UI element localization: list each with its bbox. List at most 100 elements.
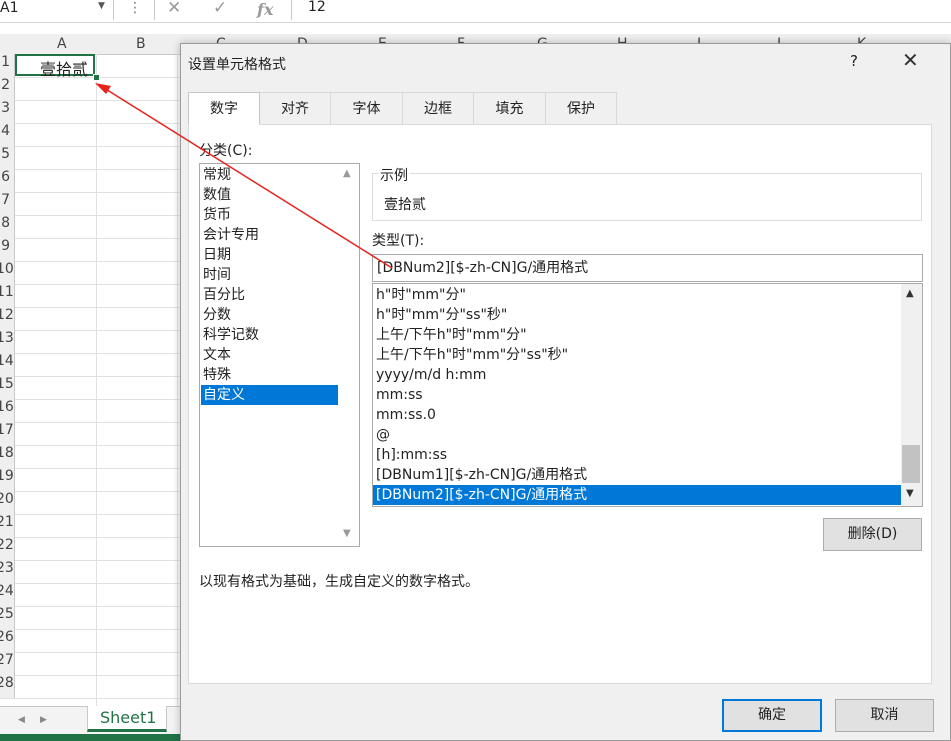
row-number[interactable]: 2 bbox=[0, 77, 15, 100]
scroll-up-icon[interactable]: ▲ bbox=[906, 288, 914, 299]
row-number[interactable]: 3 bbox=[0, 100, 15, 123]
row-number[interactable]: 14 bbox=[0, 353, 15, 376]
row-number-label: 3 bbox=[1, 100, 10, 116]
row-number[interactable]: 5 bbox=[0, 146, 15, 169]
list-item[interactable]: 日期 bbox=[203, 245, 231, 265]
list-item[interactable]: h"时"mm"分"ss"秒" bbox=[376, 305, 507, 325]
category-label: 分类(C): bbox=[199, 143, 253, 159]
table-row: 3 bbox=[0, 100, 180, 124]
row-number[interactable]: 7 bbox=[0, 192, 15, 215]
list-item[interactable]: 分数 bbox=[203, 305, 231, 325]
list-item[interactable]: 时间 bbox=[203, 265, 231, 285]
ok-button[interactable]: 确定 bbox=[722, 699, 822, 732]
row-number[interactable]: 9 bbox=[0, 238, 15, 261]
row-number[interactable]: 8 bbox=[0, 215, 15, 238]
row-number[interactable]: 16 bbox=[0, 399, 15, 422]
type-input[interactable]: [DBNum2][$-zh-CN]G/通用格式 bbox=[372, 254, 923, 282]
row-number[interactable]: 27 bbox=[0, 652, 15, 675]
row-number[interactable]: 17 bbox=[0, 422, 15, 445]
list-item[interactable]: mm:ss.0 bbox=[376, 405, 436, 425]
row-number[interactable]: 1 bbox=[0, 54, 15, 77]
tab-border[interactable]: 边框 bbox=[402, 92, 474, 124]
row-number[interactable]: 11 bbox=[0, 284, 15, 307]
table-row: 26 bbox=[0, 629, 180, 653]
row-number-label: 10 bbox=[0, 261, 14, 277]
list-item[interactable]: mm:ss bbox=[376, 385, 423, 405]
more-icon: ⋮ bbox=[128, 0, 142, 16]
table-row: 7 bbox=[0, 192, 180, 216]
row-number[interactable]: 25 bbox=[0, 606, 15, 629]
row-number[interactable]: 15 bbox=[0, 376, 15, 399]
row-number-label: 13 bbox=[0, 330, 14, 346]
list-item[interactable]: yyyy/m/d h:mm bbox=[376, 365, 486, 385]
formula-buttons: ✕ ✓ fx bbox=[154, 0, 292, 20]
tab-alignment[interactable]: 对齐 bbox=[259, 92, 331, 124]
row-number[interactable]: 12 bbox=[0, 307, 15, 330]
row-number-label: 15 bbox=[0, 376, 14, 392]
prev-sheet-icon[interactable]: ◀ bbox=[18, 715, 25, 725]
name-box-dropdown-icon[interactable]: ▼ bbox=[98, 1, 105, 11]
list-item[interactable]: @ bbox=[376, 425, 390, 445]
row-number[interactable]: 21 bbox=[0, 514, 15, 537]
list-item[interactable]: 科学记数 bbox=[203, 325, 259, 345]
list-item[interactable]: 自定义 bbox=[201, 385, 338, 405]
table-row: 17 bbox=[0, 422, 180, 446]
row-number[interactable]: 19 bbox=[0, 468, 15, 491]
list-item[interactable]: 数值 bbox=[203, 185, 231, 205]
table-row: 28 bbox=[0, 675, 180, 699]
row-number[interactable]: 13 bbox=[0, 330, 15, 353]
table-row: 11 bbox=[0, 284, 180, 308]
row-number[interactable]: 4 bbox=[0, 123, 15, 146]
list-item[interactable]: h"时"mm"分" bbox=[376, 285, 466, 305]
format-scrollbar-thumb[interactable] bbox=[902, 445, 920, 483]
row-number[interactable]: 23 bbox=[0, 560, 15, 583]
sample-label: 示例 bbox=[378, 165, 410, 185]
formula-input[interactable]: 12 bbox=[308, 0, 326, 15]
cancel-edit-icon[interactable]: ✕ bbox=[167, 0, 181, 18]
list-item[interactable]: 上午/下午h"时"mm"分" bbox=[376, 325, 527, 345]
row-number[interactable]: 6 bbox=[0, 169, 15, 192]
list-item[interactable]: 文本 bbox=[203, 345, 231, 365]
scroll-down-icon[interactable]: ▼ bbox=[343, 528, 351, 539]
delete-button[interactable]: 删除(D) bbox=[823, 518, 922, 551]
list-item[interactable]: [DBNum1][$-zh-CN]G/通用格式 bbox=[376, 465, 587, 485]
category-scrollbar[interactable]: ▲ ▼ bbox=[338, 164, 359, 546]
list-item[interactable]: 特殊 bbox=[203, 365, 231, 385]
sheet-tab-label: Sheet1 bbox=[100, 708, 157, 727]
column-header-a[interactable]: A bbox=[57, 36, 67, 52]
row-number-label: 7 bbox=[1, 192, 10, 208]
table-row: 9 bbox=[0, 238, 180, 262]
next-sheet-icon[interactable]: ▶ bbox=[40, 715, 47, 725]
tab-protection[interactable]: 保护 bbox=[545, 92, 617, 124]
row-number-label: 11 bbox=[0, 284, 14, 300]
column-header-b[interactable]: B bbox=[136, 36, 146, 52]
tab-fill[interactable]: 填充 bbox=[473, 92, 546, 124]
tab-font[interactable]: 字体 bbox=[330, 92, 403, 124]
row-number[interactable]: 22 bbox=[0, 537, 15, 560]
fill-handle[interactable] bbox=[93, 74, 100, 81]
confirm-edit-icon[interactable]: ✓ bbox=[213, 0, 227, 18]
insert-function-icon[interactable]: fx bbox=[257, 0, 273, 19]
list-item[interactable]: 会计专用 bbox=[203, 225, 259, 245]
list-item[interactable]: 常规 bbox=[203, 165, 231, 185]
row-number[interactable]: 24 bbox=[0, 583, 15, 606]
list-item[interactable]: [h]:mm:ss bbox=[376, 445, 447, 465]
list-item[interactable]: 百分比 bbox=[203, 285, 245, 305]
close-icon[interactable]: ✕ bbox=[902, 48, 919, 72]
row-number[interactable]: 26 bbox=[0, 629, 15, 652]
table-row: 10 bbox=[0, 261, 180, 285]
row-number-label: 28 bbox=[0, 675, 14, 691]
help-button[interactable]: ? bbox=[850, 52, 858, 70]
cancel-button[interactable]: 取消 bbox=[835, 699, 934, 732]
list-item[interactable]: 上午/下午h"时"mm"分"ss"秒" bbox=[376, 345, 568, 365]
row-number[interactable]: 28 bbox=[0, 675, 15, 698]
row-number[interactable]: 18 bbox=[0, 445, 15, 468]
scroll-up-icon[interactable]: ▲ bbox=[343, 168, 351, 179]
tab-number[interactable]: 数字 bbox=[188, 92, 260, 125]
list-item[interactable]: [DBNum2][$-zh-CN]G/通用格式 bbox=[373, 485, 903, 505]
scroll-down-icon[interactable]: ▼ bbox=[906, 488, 914, 499]
list-item[interactable]: 货币 bbox=[203, 205, 231, 225]
row-number[interactable]: 20 bbox=[0, 491, 15, 514]
name-box-value: A1 bbox=[0, 0, 19, 16]
row-number[interactable]: 10 bbox=[0, 261, 15, 284]
